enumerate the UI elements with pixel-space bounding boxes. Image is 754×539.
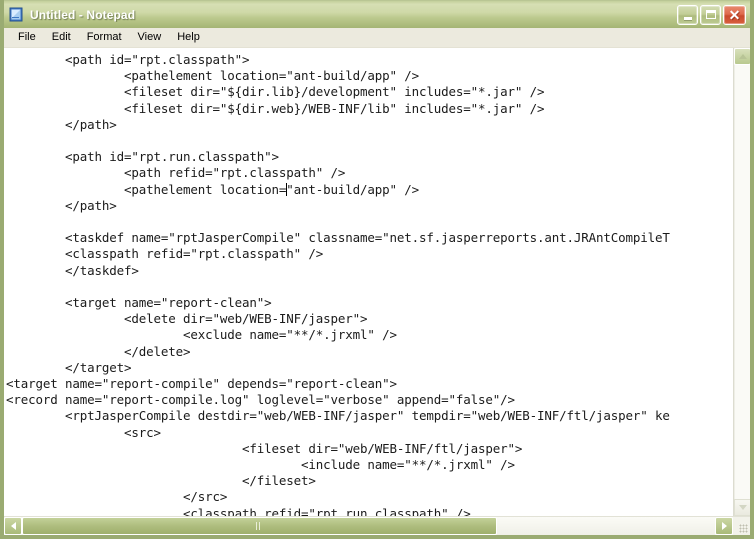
scroll-up-button[interactable] <box>734 48 750 65</box>
menu-item-format[interactable]: Format <box>80 29 129 46</box>
horizontal-scroll-track[interactable] <box>22 517 715 535</box>
scroll-up-arrow-icon <box>738 54 747 59</box>
scroll-left-button[interactable] <box>4 517 22 535</box>
editor-region: <path id="rpt.classpath"> <pathelement l… <box>4 48 750 535</box>
menu-item-file[interactable]: File <box>11 29 43 46</box>
menu-bar: File Edit Format View Help <box>4 28 750 48</box>
scroll-thumb-grip-icon <box>256 522 263 530</box>
editor-text[interactable]: <path id="rpt.classpath"> <pathelement l… <box>6 52 733 516</box>
text-edit-area[interactable]: <path id="rpt.classpath"> <pathelement l… <box>4 48 733 516</box>
scroll-right-button[interactable] <box>715 517 733 535</box>
resize-corner[interactable] <box>733 517 750 535</box>
maximize-icon <box>705 10 716 19</box>
close-button[interactable]: ✕ <box>723 4 746 25</box>
notepad-window: Untitled - Notepad ✕ File Edit Format Vi… <box>0 0 754 539</box>
menu-item-view[interactable]: View <box>131 29 169 46</box>
scroll-down-button[interactable] <box>734 499 750 516</box>
maximize-button[interactable] <box>700 4 721 25</box>
vertical-scrollbar[interactable] <box>733 48 750 516</box>
window-title: Untitled - Notepad <box>30 7 136 22</box>
vertical-scroll-track[interactable] <box>734 65 750 499</box>
title-bar[interactable]: Untitled - Notepad ✕ <box>4 0 750 28</box>
close-icon: ✕ <box>728 6 741 23</box>
menu-item-help[interactable]: Help <box>170 29 207 46</box>
minimize-button[interactable] <box>677 4 698 25</box>
notepad-document-icon <box>8 7 25 23</box>
horizontal-scroll-thumb[interactable] <box>22 517 497 535</box>
scroll-left-arrow-icon <box>10 522 16 530</box>
editor-text-after-caret: "ant-build/app" /> </path> <taskdef name… <box>6 181 670 516</box>
horizontal-scrollbar[interactable] <box>4 516 750 535</box>
window-controls: ✕ <box>677 4 748 25</box>
editor-row: <path id="rpt.classpath"> <pathelement l… <box>4 48 750 516</box>
minimize-icon <box>683 16 692 20</box>
resize-grip-icon <box>739 524 748 533</box>
scroll-down-arrow-icon <box>738 505 747 510</box>
menu-item-edit[interactable]: Edit <box>45 29 78 46</box>
editor-text-before-caret: <path id="rpt.classpath"> <pathelement l… <box>65 52 545 197</box>
scroll-right-arrow-icon <box>721 522 727 530</box>
